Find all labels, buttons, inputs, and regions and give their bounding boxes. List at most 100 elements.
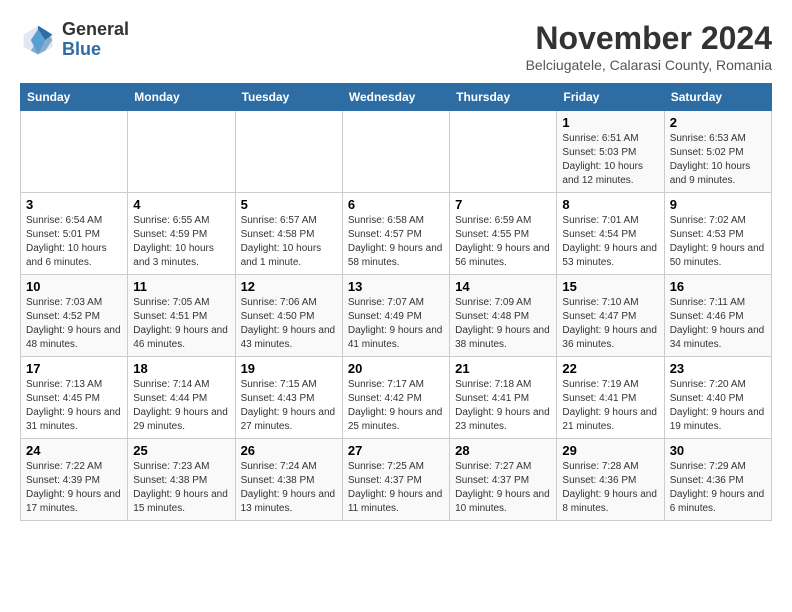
day-info: Sunrise: 7:28 AM Sunset: 4:36 PM Dayligh… [562,460,658,516]
day-number: 28 [455,443,551,458]
calendar-cell [235,111,342,193]
calendar-cell: 3 Sunrise: 6:54 AM Sunset: 5:01 PM Daylig… [21,193,128,275]
calendar-cell: 24 Sunrise: 7:22 AM Sunset: 4:39 PM Dayli… [21,439,128,521]
day-number: 8 [562,197,658,212]
day-number: 26 [241,443,337,458]
day-number: 20 [348,361,444,376]
calendar-cell: 21 Sunrise: 7:18 AM Sunset: 4:41 PM Dayli… [450,357,557,439]
day-info: Sunrise: 6:57 AM Sunset: 4:58 PM Dayligh… [241,214,337,270]
calendar-table: SundayMondayTuesdayWednesdayThursdayFrid… [20,83,772,521]
calendar-cell: 2 Sunrise: 6:53 AM Sunset: 5:02 PM Daylig… [664,111,771,193]
day-info: Sunrise: 7:06 AM Sunset: 4:50 PM Dayligh… [241,296,337,352]
calendar-cell [21,111,128,193]
calendar-cell: 30 Sunrise: 7:29 AM Sunset: 4:36 PM Dayli… [664,439,771,521]
calendar-cell: 18 Sunrise: 7:14 AM Sunset: 4:44 PM Dayli… [128,357,235,439]
calendar-cell: 27 Sunrise: 7:25 AM Sunset: 4:37 PM Dayli… [342,439,449,521]
calendar-cell: 25 Sunrise: 7:23 AM Sunset: 4:38 PM Dayli… [128,439,235,521]
day-number: 14 [455,279,551,294]
day-number: 19 [241,361,337,376]
day-number: 27 [348,443,444,458]
page-header: General Blue November 2024 Belciugatele,… [20,20,772,73]
day-number: 18 [133,361,229,376]
calendar-cell: 6 Sunrise: 6:58 AM Sunset: 4:57 PM Daylig… [342,193,449,275]
day-info: Sunrise: 7:24 AM Sunset: 4:38 PM Dayligh… [241,460,337,516]
calendar-cell: 5 Sunrise: 6:57 AM Sunset: 4:58 PM Daylig… [235,193,342,275]
day-number: 29 [562,443,658,458]
day-number: 10 [26,279,122,294]
day-number: 23 [670,361,766,376]
day-number: 2 [670,115,766,130]
day-info: Sunrise: 7:25 AM Sunset: 4:37 PM Dayligh… [348,460,444,516]
day-info: Sunrise: 6:59 AM Sunset: 4:55 PM Dayligh… [455,214,551,270]
calendar-cell: 9 Sunrise: 7:02 AM Sunset: 4:53 PM Daylig… [664,193,771,275]
day-info: Sunrise: 7:22 AM Sunset: 4:39 PM Dayligh… [26,460,122,516]
calendar-cell: 11 Sunrise: 7:05 AM Sunset: 4:51 PM Dayli… [128,275,235,357]
weekday-header-tuesday: Tuesday [235,84,342,111]
title-block: November 2024 Belciugatele, Calarasi Cou… [526,20,772,73]
day-info: Sunrise: 7:15 AM Sunset: 4:43 PM Dayligh… [241,378,337,434]
calendar-cell: 22Sunrise: 7:19 AM Sunset: 4:41 PM Dayli… [557,357,664,439]
calendar-cell: 13 Sunrise: 7:07 AM Sunset: 4:49 PM Dayli… [342,275,449,357]
day-number: 21 [455,361,551,376]
day-number: 13 [348,279,444,294]
calendar-cell: 12 Sunrise: 7:06 AM Sunset: 4:50 PM Dayli… [235,275,342,357]
day-info: Sunrise: 6:54 AM Sunset: 5:01 PM Dayligh… [26,214,122,270]
calendar-cell [450,111,557,193]
calendar-cell: 1 Sunrise: 6:51 AM Sunset: 5:03 PM Daylig… [557,111,664,193]
day-info: Sunrise: 7:14 AM Sunset: 4:44 PM Dayligh… [133,378,229,434]
day-info: Sunrise: 7:09 AM Sunset: 4:48 PM Dayligh… [455,296,551,352]
calendar-cell: 7Sunrise: 6:59 AM Sunset: 4:55 PM Daylig… [450,193,557,275]
logo-text: General Blue [62,20,129,60]
location-subtitle: Belciugatele, Calarasi County, Romania [526,57,772,73]
calendar-cell: 10 Sunrise: 7:03 AM Sunset: 4:52 PM Dayli… [21,275,128,357]
day-number: 5 [241,197,337,212]
weekday-header-friday: Friday [557,84,664,111]
calendar-cell [128,111,235,193]
day-number: 1 [562,115,658,130]
day-number: 24 [26,443,122,458]
day-info: Sunrise: 7:23 AM Sunset: 4:38 PM Dayligh… [133,460,229,516]
calendar-cell [342,111,449,193]
day-info: Sunrise: 7:10 AM Sunset: 4:47 PM Dayligh… [562,296,658,352]
day-number: 25 [133,443,229,458]
day-number: 9 [670,197,766,212]
day-info: Sunrise: 7:18 AM Sunset: 4:41 PM Dayligh… [455,378,551,434]
weekday-header-monday: Monday [128,84,235,111]
day-number: 12 [241,279,337,294]
day-info: Sunrise: 7:27 AM Sunset: 4:37 PM Dayligh… [455,460,551,516]
calendar-cell: 4Sunrise: 6:55 AM Sunset: 4:59 PM Daylig… [128,193,235,275]
logo-icon [20,22,56,58]
day-number: 22 [562,361,658,376]
calendar-cell: 28 Sunrise: 7:27 AM Sunset: 4:37 PM Dayli… [450,439,557,521]
calendar-cell: 26 Sunrise: 7:24 AM Sunset: 4:38 PM Dayli… [235,439,342,521]
weekday-header-sunday: Sunday [21,84,128,111]
day-info: Sunrise: 6:58 AM Sunset: 4:57 PM Dayligh… [348,214,444,270]
day-info: Sunrise: 7:07 AM Sunset: 4:49 PM Dayligh… [348,296,444,352]
calendar-cell: 29 Sunrise: 7:28 AM Sunset: 4:36 PM Dayli… [557,439,664,521]
day-info: Sunrise: 7:17 AM Sunset: 4:42 PM Dayligh… [348,378,444,434]
day-number: 30 [670,443,766,458]
day-number: 11 [133,279,229,294]
day-info: Sunrise: 7:20 AM Sunset: 4:40 PM Dayligh… [670,378,766,434]
weekday-header-wednesday: Wednesday [342,84,449,111]
calendar-cell: 19 Sunrise: 7:15 AM Sunset: 4:43 PM Dayli… [235,357,342,439]
day-info: Sunrise: 7:03 AM Sunset: 4:52 PM Dayligh… [26,296,122,352]
month-title: November 2024 [526,20,772,57]
calendar-cell: 20 Sunrise: 7:17 AM Sunset: 4:42 PM Dayli… [342,357,449,439]
day-number: 3 [26,197,122,212]
day-number: 17 [26,361,122,376]
logo: General Blue [20,20,129,60]
day-info: Sunrise: 6:53 AM Sunset: 5:02 PM Dayligh… [670,132,766,188]
calendar-cell: 16Sunrise: 7:11 AM Sunset: 4:46 PM Dayli… [664,275,771,357]
day-info: Sunrise: 6:51 AM Sunset: 5:03 PM Dayligh… [562,132,658,188]
calendar-cell: 14 Sunrise: 7:09 AM Sunset: 4:48 PM Dayli… [450,275,557,357]
day-info: Sunrise: 7:29 AM Sunset: 4:36 PM Dayligh… [670,460,766,516]
day-info: Sunrise: 6:55 AM Sunset: 4:59 PM Dayligh… [133,214,229,270]
day-info: Sunrise: 7:13 AM Sunset: 4:45 PM Dayligh… [26,378,122,434]
day-info: Sunrise: 7:02 AM Sunset: 4:53 PM Dayligh… [670,214,766,270]
day-number: 6 [348,197,444,212]
weekday-header-thursday: Thursday [450,84,557,111]
calendar-cell: 8 Sunrise: 7:01 AM Sunset: 4:54 PM Daylig… [557,193,664,275]
day-info: Sunrise: 7:05 AM Sunset: 4:51 PM Dayligh… [133,296,229,352]
day-info: Sunrise: 7:01 AM Sunset: 4:54 PM Dayligh… [562,214,658,270]
